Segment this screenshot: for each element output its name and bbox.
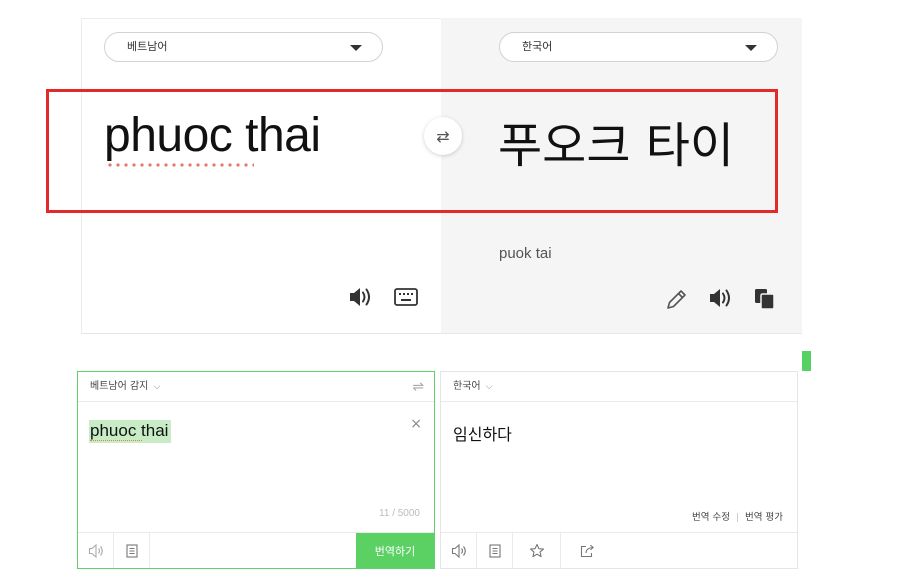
side-tab xyxy=(802,351,811,371)
target-language-label: 한국어 xyxy=(522,40,553,53)
source-listen-button[interactable] xyxy=(348,285,374,309)
caret-down-icon xyxy=(350,45,362,51)
edit-translation-button[interactable] xyxy=(664,286,689,311)
caret-down-icon xyxy=(745,45,757,51)
bottom-source-footer: 번역하기 xyxy=(78,532,434,568)
target-language-select[interactable]: 한국어 ⌵ xyxy=(453,381,493,392)
source-language-select[interactable]: 베트남어 xyxy=(104,32,383,62)
swap-icon: ⇄ xyxy=(436,126,450,146)
copy-translation-button[interactable] xyxy=(753,287,777,311)
keyboard-button[interactable] xyxy=(393,287,418,307)
bottom-source-header: 베트남어 감지 ⌵ ⇌ xyxy=(78,372,434,402)
pencil-icon xyxy=(666,289,686,309)
target-language-select[interactable]: 한국어 xyxy=(499,32,778,62)
rate-translation-link[interactable]: 번역 평가 xyxy=(745,512,783,523)
target-listen-button[interactable] xyxy=(708,286,734,310)
character-count: 11 / 5000 xyxy=(379,508,420,519)
speaker-icon xyxy=(350,288,370,306)
target-language-label: 한국어 xyxy=(453,381,481,392)
bottom-target-footer xyxy=(441,532,797,568)
bottom-target-panel: 한국어 ⌵ 임신하다 번역 수정 번역 평가 xyxy=(440,371,798,569)
romanization-text: puok tai xyxy=(499,245,552,262)
chevron-down-icon: ⌵ xyxy=(153,382,161,392)
copy-icon xyxy=(755,289,775,310)
chevron-down-icon: ⌵ xyxy=(485,382,493,392)
top-target-pane xyxy=(441,18,802,334)
spellcheck-underline xyxy=(90,439,142,441)
star-icon xyxy=(529,543,544,557)
swap-icon[interactable]: ⇌ xyxy=(412,372,424,402)
translate-button[interactable]: 번역하기 xyxy=(356,533,434,568)
target-document-button[interactable] xyxy=(477,533,513,568)
speaker-icon xyxy=(88,543,103,558)
link-divider xyxy=(737,513,739,522)
source-text-input[interactable]: phuoc thai xyxy=(104,108,321,163)
edit-translation-link[interactable]: 번역 수정 xyxy=(692,512,730,523)
document-icon xyxy=(125,543,138,558)
source-document-button[interactable] xyxy=(114,533,150,568)
source-language-detect-select[interactable]: 베트남어 감지 ⌵ xyxy=(90,381,160,392)
bottom-source-panel: 베트남어 감지 ⌵ ⇌ phuoc thai × 11 / 5000 번역하기 xyxy=(77,371,435,569)
screenshot-root: 베트남어 한국어 phuoc thai ⇄ 푸오크 타이 puok tai 베트… xyxy=(0,0,920,583)
document-icon xyxy=(488,543,501,558)
favorite-button[interactable] xyxy=(513,533,561,568)
share-icon xyxy=(580,544,594,557)
source-listen-button[interactable] xyxy=(78,533,114,568)
target-listen-button[interactable] xyxy=(441,533,477,568)
speaker-icon xyxy=(451,543,466,558)
top-panel-divider xyxy=(81,333,802,334)
speaker-icon xyxy=(710,289,730,307)
share-button[interactable] xyxy=(561,533,613,568)
spellcheck-underline xyxy=(106,163,254,167)
clear-text-button[interactable]: × xyxy=(410,416,422,432)
keyboard-icon xyxy=(393,288,418,306)
translated-text: 푸오크 타이 xyxy=(498,118,735,174)
source-language-label: 베트남어 xyxy=(127,40,168,53)
swap-languages-button[interactable]: ⇄ xyxy=(424,117,462,155)
translation-feedback-links: 번역 수정 번역 평가 xyxy=(692,509,783,523)
bottom-target-header: 한국어 ⌵ xyxy=(441,372,797,402)
translated-text: 임신하다 xyxy=(453,425,512,444)
source-language-label: 베트남어 감지 xyxy=(90,381,149,392)
